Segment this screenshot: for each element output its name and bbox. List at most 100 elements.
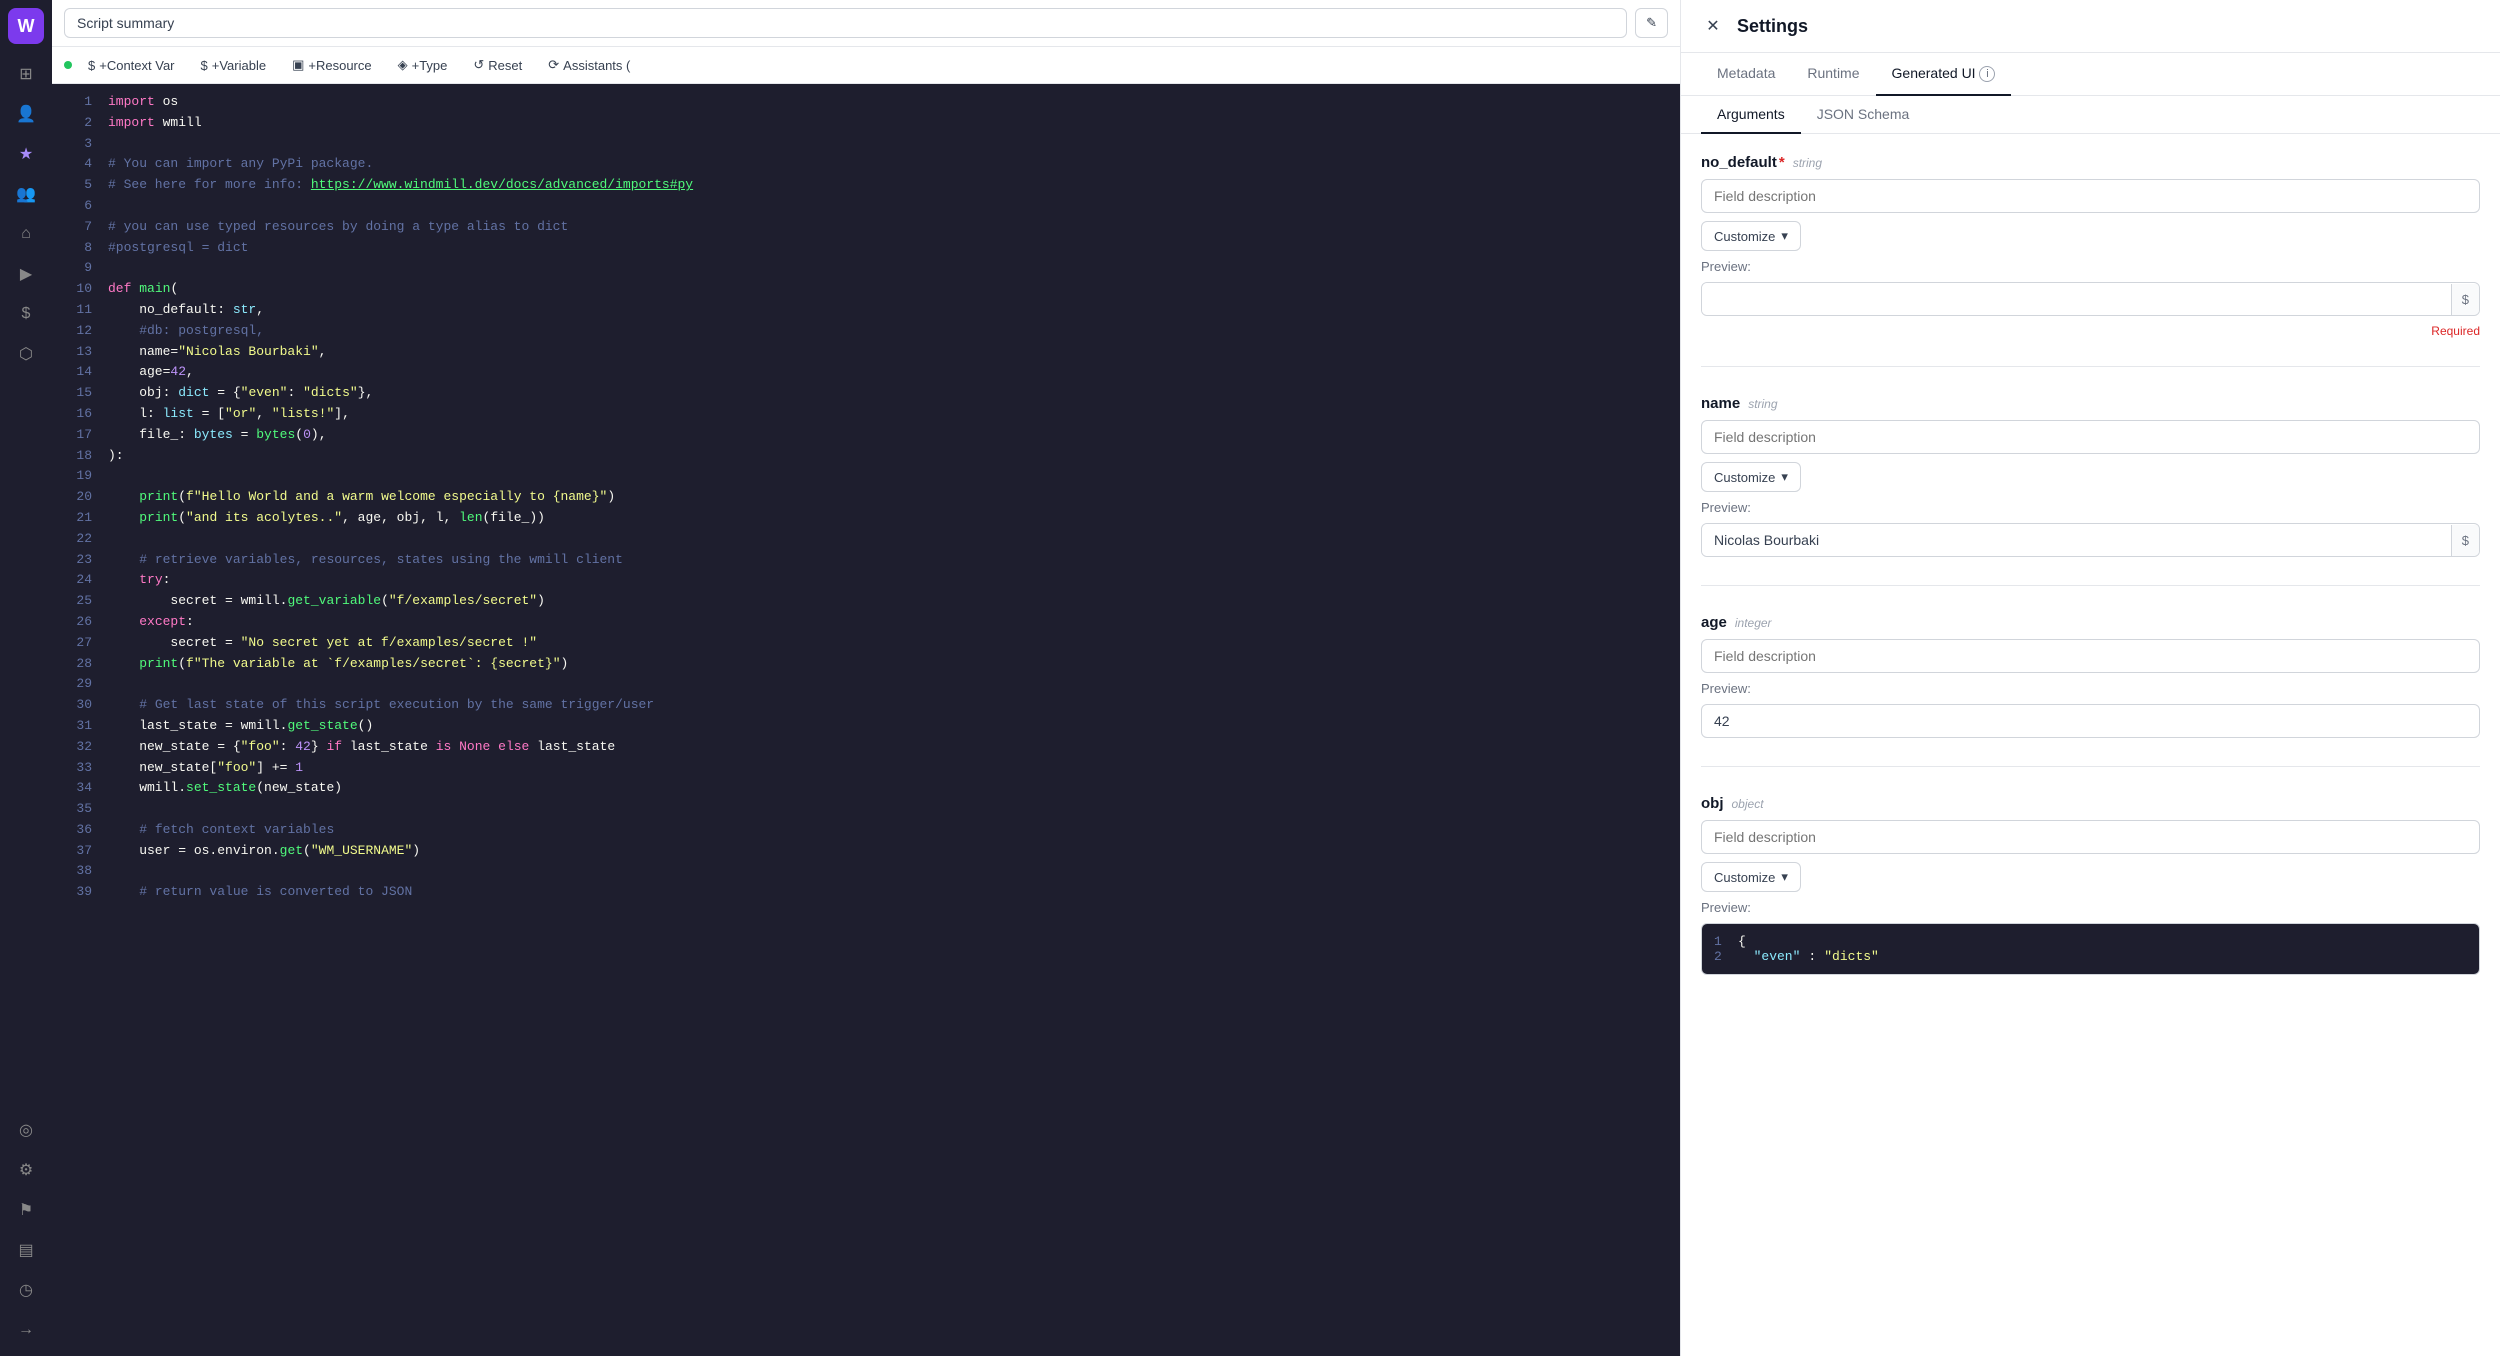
field-type-name: string xyxy=(1748,397,1777,411)
code-line: 12 #db: postgresql, xyxy=(52,321,1680,342)
field-header-age: age integer xyxy=(1701,614,2480,631)
preview-label-age: Preview: xyxy=(1701,681,2480,696)
context-var-prefix: $ xyxy=(88,58,95,73)
type-button[interactable]: ◈ +Type xyxy=(388,53,458,77)
code-line: 5# See here for more info: https://www.w… xyxy=(52,175,1680,196)
sidebar-item-flag[interactable]: ⚑ xyxy=(8,1192,44,1228)
chevron-down-icon: ▾ xyxy=(1781,869,1788,885)
code-line: 31 last_state = wmill.get_state() xyxy=(52,716,1680,737)
customize-no-default-label: Customize xyxy=(1714,229,1775,244)
customize-obj-label: Customize xyxy=(1714,870,1775,885)
field-desc-age[interactable] xyxy=(1701,639,2480,673)
sidebar-item-group[interactable]: 👥 xyxy=(8,176,44,212)
chevron-down-icon: ▾ xyxy=(1781,469,1788,485)
customize-obj-button[interactable]: Customize ▾ xyxy=(1701,862,1801,892)
context-var-button[interactable]: $ +Context Var xyxy=(78,54,185,77)
code-line: 38 xyxy=(52,861,1680,882)
sidebar-item-home[interactable]: ⌂ xyxy=(8,216,44,252)
generated-ui-info-icon[interactable]: i xyxy=(1979,66,1995,82)
divider-2 xyxy=(1701,585,2480,586)
code-line: 26 except: xyxy=(52,612,1680,633)
preview-label-no-default: Preview: xyxy=(1701,259,2480,274)
close-button[interactable]: ✕ xyxy=(1701,14,1725,38)
top-bar: ✎ xyxy=(52,0,1680,47)
code-line: 34 wmill.set_state(new_state) xyxy=(52,778,1680,799)
preview-input-name[interactable] xyxy=(1702,524,2451,556)
preview-input-no-default[interactable] xyxy=(1702,283,2451,315)
settings-title: Settings xyxy=(1737,16,1808,37)
sidebar-item-grid[interactable]: ⊞ xyxy=(8,56,44,92)
sidebar-item-play[interactable]: ▶ xyxy=(8,256,44,292)
field-header-obj: obj object xyxy=(1701,795,2480,812)
preview-no-default: $ xyxy=(1701,282,2480,316)
sidebar-item-clock[interactable]: ◷ xyxy=(8,1272,44,1308)
field-name-name: name xyxy=(1701,395,1740,412)
variable-label: +Variable xyxy=(212,58,266,73)
variable-prefix: $ xyxy=(201,58,208,73)
sidebar-item-person[interactable]: 👤 xyxy=(8,96,44,132)
dollar-icon-name[interactable]: $ xyxy=(2451,525,2479,556)
settings-header: ✕ Settings xyxy=(1681,0,2500,53)
edit-button[interactable]: ✎ xyxy=(1635,8,1668,38)
code-line: 27 secret = "No secret yet at f/examples… xyxy=(52,633,1680,654)
code-line: 18): xyxy=(52,446,1680,467)
code-line: 19 xyxy=(52,466,1680,487)
customize-name-label: Customize xyxy=(1714,470,1775,485)
status-indicator xyxy=(64,61,72,69)
tab-generated-ui[interactable]: Generated UI i xyxy=(1876,53,2012,96)
field-desc-obj[interactable] xyxy=(1701,820,2480,854)
tab-metadata[interactable]: Metadata xyxy=(1701,53,1791,96)
sidebar-item-settings[interactable]: ⚙ xyxy=(8,1152,44,1188)
customize-name-button[interactable]: Customize ▾ xyxy=(1701,462,1801,492)
tab-runtime[interactable]: Runtime xyxy=(1791,53,1875,96)
settings-content: no_default* string Customize ▾ Preview: … xyxy=(1681,134,2500,1356)
preview-label-name: Preview: xyxy=(1701,500,2480,515)
sidebar-item-layers[interactable]: ▤ xyxy=(8,1232,44,1268)
sub-tab-json-schema[interactable]: JSON Schema xyxy=(1801,96,1926,134)
code-line: 10def main( xyxy=(52,279,1680,300)
json-preview-obj: 1 { 2 "even": "dicts" xyxy=(1701,923,2480,975)
dollar-icon-no-default[interactable]: $ xyxy=(2451,284,2479,315)
field-header-name: name string xyxy=(1701,395,2480,412)
field-obj-section: obj object Customize ▾ Preview: 1 { 2 "e… xyxy=(1701,795,2480,975)
field-name-no-default: no_default* xyxy=(1701,154,1785,171)
customize-no-default-button[interactable]: Customize ▾ xyxy=(1701,221,1801,251)
field-name-obj: obj xyxy=(1701,795,1724,812)
field-desc-no-default[interactable] xyxy=(1701,179,2480,213)
variable-button[interactable]: $ +Variable xyxy=(191,54,277,77)
divider-1 xyxy=(1701,366,2480,367)
script-title-input[interactable] xyxy=(64,8,1627,38)
code-line: 1import os xyxy=(52,92,1680,113)
code-line: 9 xyxy=(52,258,1680,279)
preview-input-age[interactable] xyxy=(1701,704,2480,738)
resource-button[interactable]: ▣ +Resource xyxy=(282,53,382,77)
reset-button[interactable]: ↺ Reset xyxy=(463,53,532,77)
divider-3 xyxy=(1701,766,2480,767)
app-logo[interactable]: W xyxy=(8,8,44,44)
type-prefix: ◈ xyxy=(398,57,408,73)
code-line: 22 xyxy=(52,529,1680,550)
toolbar: $ +Context Var $ +Variable ▣ +Resource ◈… xyxy=(52,47,1680,84)
assistants-label: Assistants ( xyxy=(563,58,630,73)
field-name-section: name string Customize ▾ Preview: $ xyxy=(1701,395,2480,557)
sidebar-item-star[interactable]: ★ xyxy=(8,136,44,172)
field-desc-name[interactable] xyxy=(1701,420,2480,454)
reset-icon: ↺ xyxy=(473,57,484,73)
assistants-icon: ⟳ xyxy=(548,57,559,73)
code-line: 32 new_state = {"foo": 42} if last_state… xyxy=(52,737,1680,758)
code-editor[interactable]: 1import os 2import wmill 3 4# You can im… xyxy=(52,84,1680,1356)
sidebar-item-puzzle[interactable]: ⬡ xyxy=(8,336,44,372)
code-line: 11 no_default: str, xyxy=(52,300,1680,321)
sidebar-item-arrow[interactable]: → xyxy=(8,1312,44,1348)
resource-prefix: ▣ xyxy=(292,57,304,73)
code-line: 3 xyxy=(52,134,1680,155)
code-line: 28 print(f"The variable at `f/examples/s… xyxy=(52,654,1680,675)
chevron-down-icon: ▾ xyxy=(1781,228,1788,244)
code-line: 7# you can use typed resources by doing … xyxy=(52,217,1680,238)
code-line: 39 # return value is converted to JSON xyxy=(52,882,1680,903)
code-line: 13 name="Nicolas Bourbaki", xyxy=(52,342,1680,363)
sidebar-item-eye[interactable]: ◎ xyxy=(8,1112,44,1148)
sub-tab-arguments[interactable]: Arguments xyxy=(1701,96,1801,134)
assistants-button[interactable]: ⟳ Assistants ( xyxy=(538,53,640,77)
sidebar-item-dollar[interactable]: $ xyxy=(8,296,44,332)
